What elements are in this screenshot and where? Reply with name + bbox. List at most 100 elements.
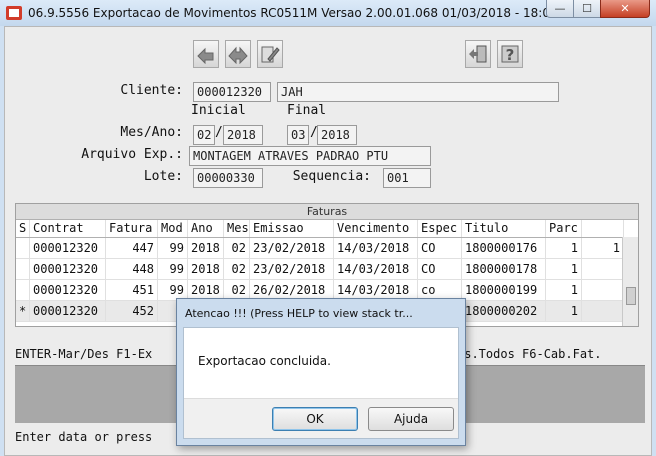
col-mes[interactable]: Mes [224,220,250,237]
cell-titulo: 1800000178 [462,259,546,279]
inicial-label: Inicial [191,103,246,118]
cell-mod: 99 [158,280,188,300]
exit-door-icon [469,45,487,63]
scroll-thumb[interactable] [626,287,636,305]
grid-caption: Faturas [16,204,638,220]
col-vencimento[interactable]: Vencimento [334,220,418,237]
cell-ano: 2018 [188,280,224,300]
cell-venc: 14/03/2018 [334,280,418,300]
lote-field[interactable]: 00000330 [193,168,263,188]
cell-contrat: 000012320 [30,301,106,321]
cliente-code-field[interactable]: 000012320 [193,82,271,102]
cell-parc: 1 [546,280,582,300]
cell-s [16,259,30,279]
exit-button[interactable] [465,40,491,68]
maximize-icon: ☐ [582,2,592,15]
col-s[interactable]: S [16,220,30,237]
grid-vertical-scrollbar[interactable] [622,237,638,326]
cell-titulo: 1800000202 [462,301,546,321]
cell-extra: 1 [582,238,624,258]
attention-dialog: Atencao !!! (Press HELP to view stack tr… [176,298,466,446]
inicial-mes-field[interactable]: 02 [193,125,215,145]
edit-form-icon [261,46,280,63]
help-question-icon: ? [501,45,519,64]
cell-contrat: 000012320 [30,280,106,300]
cell-ano: 2018 [188,259,224,279]
minimize-button[interactable]: — [546,0,574,18]
cell-fatura: 448 [106,259,158,279]
cell-venc: 14/03/2018 [334,259,418,279]
maximize-button[interactable]: ☐ [573,0,601,18]
cell-emissao: 23/02/2018 [250,259,334,279]
close-button[interactable]: ✕ [600,0,650,18]
cell-s: * [16,301,30,321]
table-row[interactable]: 000012320 447 99 2018 02 23/02/2018 14/03/2018… [16,238,638,259]
inicial-ano-field[interactable]: 2018 [223,125,263,145]
cell-fatura: 451 [106,280,158,300]
window-title: 06.9.5556 Exportacao de Movimentos RC051… [28,6,558,20]
dialog-title: Atencao !!! (Press HELP to view stack tr… [185,307,413,320]
cell-extra [582,301,624,321]
arquivo-field[interactable]: MONTAGEM ATRAVES PADRAO PTU [189,146,431,166]
col-emissao[interactable]: Emissao [250,220,334,237]
final-mes-field[interactable]: 03 [287,125,309,145]
inicial-slash: / [215,125,223,140]
cell-mes: 02 [224,238,250,258]
app-icon [6,6,22,20]
cell-s [16,280,30,300]
cell-emissao: 26/02/2018 [250,280,334,300]
cell-parc: 1 [546,301,582,321]
ok-button[interactable]: OK [272,407,358,431]
cell-extra [582,259,624,279]
cell-fatura: 452 [106,301,158,321]
col-fatura[interactable]: Fatura [106,220,158,237]
title-bar: 06.9.5556 Exportacao de Movimentos RC051… [0,0,656,26]
svg-text:?: ? [506,46,515,64]
mesano-label: Mes/Ano: [120,125,183,140]
cliente-name-field[interactable]: JAH [277,82,559,102]
sequencia-field[interactable]: 001 [383,168,431,188]
col-contrat[interactable]: Contrat [30,220,106,237]
final-label: Final [287,103,327,118]
cell-s [16,238,30,258]
cliente-label: Cliente: [120,83,183,98]
cell-parc: 1 [546,238,582,258]
edit-button[interactable] [257,40,283,68]
col-parc[interactable]: Parc [546,220,582,237]
cell-contrat: 000012320 [30,238,106,258]
final-ano-field[interactable]: 2018 [317,125,357,145]
arquivo-label: Arquivo Exp.: [81,147,183,162]
col-espec[interactable]: Espec [418,220,462,237]
cell-fatura: 447 [106,238,158,258]
dialog-message: Exportacao concluida. [198,354,331,368]
cell-mes: 02 [224,259,250,279]
col-mod[interactable]: Mod [158,220,188,237]
dialog-body: Exportacao concluida. OK Ajuda [183,327,459,439]
status-line: Enter data or press [15,430,153,444]
cell-parc: 1 [546,259,582,279]
cell-espec: co [418,280,462,300]
back-button[interactable] [193,40,219,68]
sequencia-label: Sequencia: [292,169,371,184]
function-keys-right: es.Todos F6-Cab.Fat. [457,347,602,361]
col-ano[interactable]: Ano [188,220,224,237]
arrow-up-left-icon [197,47,214,64]
cell-mod: 99 [158,259,188,279]
table-row[interactable]: 000012320 448 99 2018 02 23/02/2018 14/03/2018… [16,259,638,280]
multi-arrow-icon [228,46,248,64]
col-extra[interactable] [582,220,624,237]
cell-titulo: 1800000199 [462,280,546,300]
ajuda-button[interactable]: Ajuda [368,407,454,431]
minimize-icon: — [554,2,566,15]
cell-contrat: 000012320 [30,259,106,279]
cell-ano: 2018 [188,238,224,258]
move-button[interactable] [225,40,251,68]
lote-label: Lote: [143,169,183,184]
close-icon: ✕ [620,2,630,15]
cell-extra [582,280,624,300]
cell-mod: 99 [158,238,188,258]
cell-emissao: 23/02/2018 [250,238,334,258]
grid-header: S Contrat Fatura Mod Ano Mes Emissao Ven… [16,220,638,238]
help-button[interactable]: ? [497,40,523,68]
col-titulo[interactable]: Titulo [462,220,546,237]
